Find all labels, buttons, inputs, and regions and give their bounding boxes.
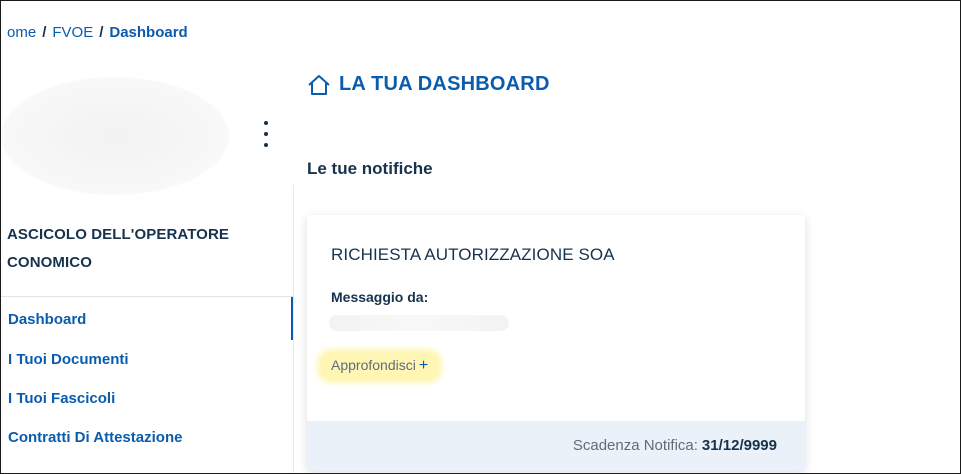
sidebar-nav: Dashboard I Tuoi Documenti I Tuoi Fascic… xyxy=(1,297,293,457)
sidebar-section-title: ASCICOLO DELL'OPERATORE CONOMICO xyxy=(7,226,229,271)
more-details-label: Approfondisci xyxy=(331,357,416,373)
breadcrumb: ome / FVOE / Dashboard xyxy=(7,24,188,41)
content-divider xyxy=(293,185,294,473)
breadcrumb-fvoe[interactable]: FVOE xyxy=(52,24,93,41)
notification-sender xyxy=(329,315,509,331)
page-title-text: LA TUA DASHBOARD xyxy=(339,73,550,95)
notifications-heading: Le tue notifiche xyxy=(307,159,433,178)
sidebar-item-contratti[interactable]: Contratti Di Attestazione xyxy=(1,418,293,457)
notification-deadline: Scadenza Notifica: 31/12/9999 xyxy=(573,437,777,454)
home-icon xyxy=(308,74,330,95)
page-title: LA TUA DASHBOARD xyxy=(307,73,550,96)
sidebar-item-fascicoli[interactable]: I Tuoi Fascicoli xyxy=(1,379,293,418)
page-frame: ome / FVOE / Dashboard ASCICOLO DELL'OPERATO… xyxy=(0,0,961,474)
deadline-value: 31/12/9999 xyxy=(701,437,777,454)
notification-footer: Scadenza Notifica: 31/12/9999 xyxy=(307,421,805,471)
notification-from-label: Messaggio da: xyxy=(331,289,429,305)
breadcrumb-separator: / xyxy=(42,24,47,41)
breadcrumb-current: Dashboard xyxy=(109,24,188,41)
more-options-icon[interactable] xyxy=(259,121,273,147)
breadcrumb-separator: / xyxy=(99,24,104,41)
notification-card: RICHIESTA AUTORIZZAZIONE SOA Messaggio d… xyxy=(307,215,805,471)
sidebar-item-dashboard[interactable]: Dashboard xyxy=(1,297,293,340)
breadcrumb-home[interactable]: ome xyxy=(7,24,36,41)
sidebar-item-documenti[interactable]: I Tuoi Documenti xyxy=(1,340,293,379)
plus-icon: + xyxy=(418,357,429,374)
avatar xyxy=(1,77,229,195)
more-details-link[interactable]: Approfondisci + xyxy=(321,353,439,379)
deadline-label: Scadenza Notifica: xyxy=(572,437,698,454)
notification-title: RICHIESTA AUTORIZZAZIONE SOA xyxy=(331,245,615,264)
